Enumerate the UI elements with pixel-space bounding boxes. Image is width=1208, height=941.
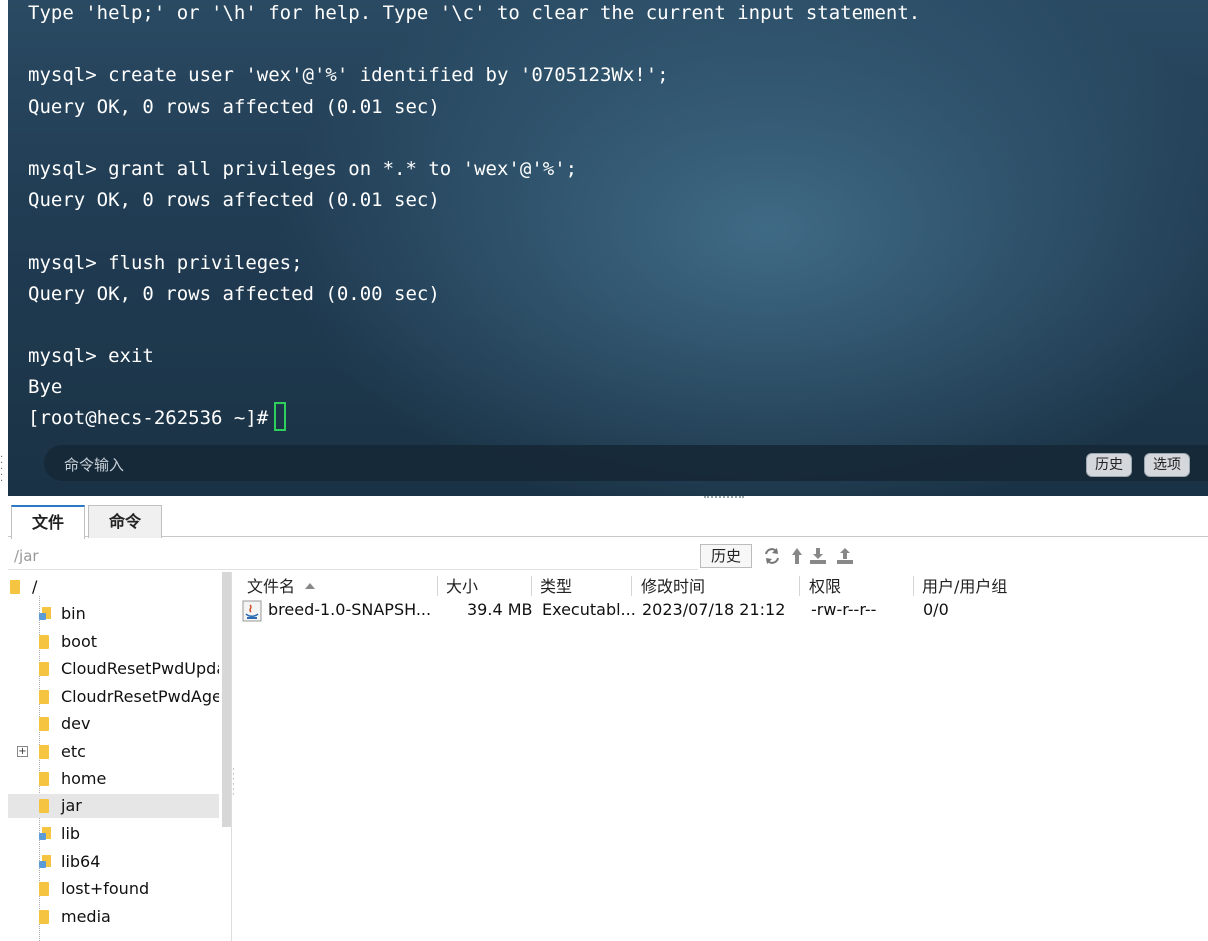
command-input-bar[interactable]: 命令输入 历史 选项 [44, 445, 1208, 481]
folder-icon [39, 690, 49, 704]
java-jar-icon [242, 600, 262, 622]
tree-scrollbar[interactable] [222, 572, 231, 827]
terminal-cursor [274, 402, 287, 432]
bottom-tab-bar: 文件 命令 [8, 503, 1208, 539]
expand-etc-icon[interactable]: + [17, 746, 28, 757]
tree-item-lost-found[interactable]: lost+found [39, 877, 219, 901]
terminal-line: Query OK, 0 rows affected (0.00 sec) [28, 282, 440, 305]
upload-icon[interactable] [835, 546, 855, 566]
folder-icon [39, 772, 49, 786]
tree-item-label: lib64 [61, 852, 101, 871]
tree-item-bin[interactable]: bin [39, 602, 219, 626]
tree-item-label: etc [61, 742, 86, 761]
command-input-placeholder[interactable]: 命令输入 [64, 454, 124, 475]
path-input[interactable] [8, 542, 698, 570]
folder-icon [39, 745, 49, 759]
file-owner: 0/0 [923, 600, 949, 619]
folder-icon [39, 662, 49, 676]
tree-item-lib64[interactable]: lib64 [39, 850, 219, 874]
folder-icon [39, 882, 49, 896]
tree-item-label: CloudResetPwdUpda [61, 659, 219, 678]
terminal-line: mysql> flush privileges; [28, 251, 303, 274]
file-modified: 2023/07/18 21:12 [642, 600, 786, 619]
tree-item-label: media [61, 907, 111, 926]
tree-item-label: lost+found [61, 879, 150, 898]
tree-item-label: boot [61, 632, 98, 651]
tab-commands[interactable]: 命令 [88, 505, 162, 538]
folder-icon [10, 580, 20, 594]
tree-item-label: / [32, 577, 38, 596]
terminal-line: mysql> exit [28, 345, 154, 368]
panel-edge-grip[interactable]: · · · · · [0, 453, 6, 487]
column-separator[interactable] [531, 576, 532, 596]
shell-prompt: [root@hecs-262536 ~]# [28, 407, 269, 430]
tree-item-etc[interactable]: etc [39, 740, 219, 764]
file-permissions: -rw-r--r-- [811, 600, 877, 619]
column-header-modified[interactable]: 修改时间 [641, 576, 705, 598]
column-header-type[interactable]: 类型 [540, 576, 572, 598]
split-resize-handle[interactable] [704, 496, 744, 500]
linked-folder-icon [39, 607, 51, 621]
column-header-size[interactable]: 大小 [446, 576, 478, 598]
command-history-button[interactable]: 历史 [1086, 453, 1132, 477]
download-icon[interactable] [808, 546, 828, 566]
tree-item-cloudrresetpwdage[interactable]: CloudrResetPwdAge [39, 685, 219, 709]
linked-folder-icon [39, 827, 51, 841]
tree-item-jar[interactable]: jar [8, 794, 219, 818]
tree-root[interactable]: / [10, 575, 37, 599]
file-name: breed-1.0-SNAPSH... [268, 600, 432, 619]
file-size: 39.4 MB [467, 600, 533, 619]
column-header-permissions[interactable]: 权限 [809, 576, 841, 598]
column-header-owner[interactable]: 用户/用户组 [922, 576, 1007, 598]
sort-ascending-icon [305, 583, 316, 589]
folder-icon [39, 717, 49, 731]
column-separator[interactable] [631, 576, 632, 596]
up-directory-icon[interactable] [787, 546, 807, 566]
tree-item-label: home [61, 769, 107, 788]
path-history-button[interactable]: 历史 [700, 544, 752, 568]
tree-item-boot[interactable]: boot [39, 630, 219, 654]
column-header-name[interactable]: 文件名 [247, 576, 316, 598]
terminal-panel[interactable]: Type 'help;' or '\h' for help. Type '\c'… [8, 0, 1208, 496]
terminal-line: mysql> create user 'wex'@'%' identified … [28, 64, 669, 87]
linked-folder-icon [39, 855, 51, 869]
column-separator[interactable] [799, 576, 800, 596]
terminal-line: Query OK, 0 rows affected (0.01 sec) [28, 189, 440, 212]
refresh-icon[interactable] [762, 546, 782, 566]
folder-icon [39, 910, 49, 924]
column-separator[interactable] [913, 576, 914, 596]
tree-item-label: CloudrResetPwdAge [61, 687, 219, 706]
tree-item-dev[interactable]: dev [39, 712, 219, 736]
file-type: Executabl... [542, 600, 636, 619]
tree-item-label: jar [61, 796, 82, 815]
terminal-line: Type 'help;' or '\h' for help. Type '\c'… [28, 2, 921, 24]
file-list[interactable]: 文件名 大小 类型 修改时间 权限 用户/用户组 breed-1.0-SNAPS… [236, 572, 1208, 941]
directory-tree[interactable]: / bin boot CloudResetPwdUpda CloudrReset… [8, 572, 232, 941]
folder-icon [39, 635, 49, 649]
column-separator[interactable] [437, 576, 438, 596]
terminal-output: Type 'help;' or '\h' for help. Type '\c'… [28, 0, 920, 435]
terminal-line: Bye [28, 376, 63, 399]
command-options-button[interactable]: 选项 [1144, 453, 1190, 477]
terminal-prompt-line[interactable]: [root@hecs-262536 ~]# [28, 402, 920, 434]
tree-item-label: lib [61, 824, 81, 843]
terminal-line: mysql> grant all privileges on *.* to 'w… [28, 157, 578, 180]
tree-item-label: dev [61, 714, 91, 733]
path-bar: 历史 [8, 540, 1208, 572]
tree-item-label: bin [61, 604, 86, 623]
tree-item-media[interactable]: media [39, 905, 219, 929]
tree-item-home[interactable]: home [39, 767, 219, 791]
terminal-line: Query OK, 0 rows affected (0.01 sec) [28, 95, 440, 118]
folder-icon [39, 799, 49, 813]
tree-item-cloudresetpwdupda[interactable]: CloudResetPwdUpda [39, 657, 219, 681]
tab-files[interactable]: 文件 [11, 505, 85, 539]
tree-item-lib[interactable]: lib [39, 822, 219, 846]
